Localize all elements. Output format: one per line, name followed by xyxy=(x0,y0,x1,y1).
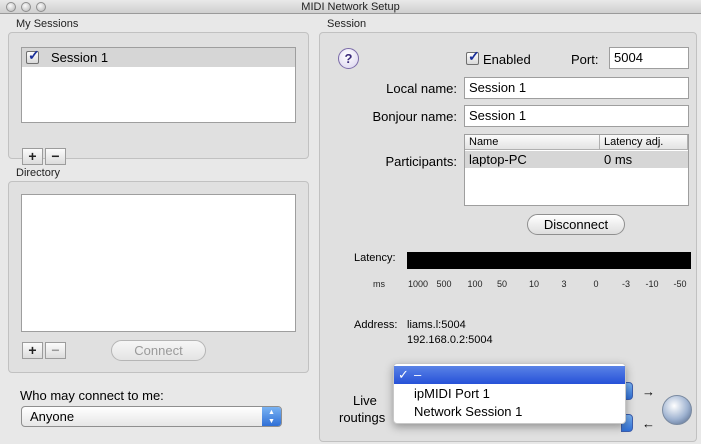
participants-header-latency[interactable]: Latency adj. xyxy=(600,135,688,150)
scale-label: 0 xyxy=(593,279,599,289)
who-may-connect-popup[interactable]: Anyone ▲ ▼ xyxy=(21,406,282,427)
scale-label: 1000 xyxy=(407,279,429,289)
local-name-field[interactable]: Session 1 xyxy=(464,77,689,99)
scale-label: 10 xyxy=(528,279,539,289)
directory-group: + − Connect xyxy=(8,181,309,373)
live-routings-label: Live xyxy=(353,393,377,408)
scale-label: 3 xyxy=(561,279,567,289)
arrow-left-icon: ← xyxy=(642,416,655,431)
local-name-label: Local name: xyxy=(386,81,457,96)
window-title: MIDI Network Setup xyxy=(301,1,400,13)
remove-directory-button[interactable]: − xyxy=(45,342,66,359)
address-line: 192.168.0.2:5004 xyxy=(407,334,493,346)
my-sessions-group: ✓ Session 1 + − xyxy=(8,32,309,165)
session-label: Session 1 xyxy=(51,50,109,65)
scale-label: -50 xyxy=(673,279,687,289)
my-sessions-list[interactable]: ✓ Session 1 xyxy=(21,47,296,123)
popup-arrows-icon: ▲ ▼ xyxy=(262,407,281,426)
menu-item-label: – xyxy=(414,367,422,382)
address-label: Address: xyxy=(354,319,398,331)
connect-button[interactable]: Connect xyxy=(111,340,206,361)
address-line: liams.l:5004 xyxy=(407,319,466,331)
list-item[interactable]: ✓ Session 1 xyxy=(22,47,295,67)
participants-table[interactable]: Name Latency adj. laptop-PC 0 ms xyxy=(464,134,689,206)
routing-menu[interactable]: ✓ – ipMIDI Port 1 Network Session 1 xyxy=(393,363,626,424)
menu-item-label: Network Session 1 xyxy=(414,404,523,419)
scale-label: 500 xyxy=(436,279,452,289)
port-field[interactable]: 5004 xyxy=(609,47,689,69)
enabled-checkbox[interactable]: ✓ xyxy=(466,48,480,65)
bonjour-name-label: Bonjour name: xyxy=(372,109,457,124)
scale-label: ms xyxy=(373,279,385,289)
add-session-button[interactable]: + xyxy=(22,148,43,165)
session-heading: Session xyxy=(327,18,367,30)
window-body: My Sessions ✓ Session 1 + − Directory + … xyxy=(0,15,701,444)
participant-latency: 0 ms xyxy=(604,152,633,167)
scale-label: -3 xyxy=(621,279,630,289)
scale-label: -10 xyxy=(645,279,659,289)
menu-item[interactable]: ✓ – xyxy=(394,366,625,384)
participants-label: Participants: xyxy=(385,154,457,169)
my-sessions-heading: My Sessions xyxy=(16,18,79,30)
help-button[interactable]: ? xyxy=(338,48,359,69)
who-may-connect-value: Anyone xyxy=(30,409,75,424)
latency-scale: ms 1000 500 100 50 10 3 0 -3 -10 -50 xyxy=(320,279,698,291)
session-enabled-checkbox[interactable]: ✓ xyxy=(26,47,40,64)
window-titlebar: MIDI Network Setup xyxy=(0,0,701,14)
live-routings-label: routings xyxy=(339,410,386,425)
arrow-right-icon: → xyxy=(642,384,655,399)
enabled-label: Enabled xyxy=(483,52,531,67)
table-row[interactable]: laptop-PC 0 ms xyxy=(465,151,688,168)
checkmark-icon: ✓ xyxy=(398,367,409,382)
scale-label: 50 xyxy=(496,279,507,289)
port-label: Port: xyxy=(571,52,599,67)
disconnect-button[interactable]: Disconnect xyxy=(527,214,625,235)
scale-label: 100 xyxy=(467,279,483,289)
menu-item-label: ipMIDI Port 1 xyxy=(414,386,490,401)
latency-meter xyxy=(407,252,691,269)
bonjour-name-field[interactable]: Session 1 xyxy=(464,105,689,127)
network-globe-icon xyxy=(662,395,692,425)
menu-item[interactable]: Network Session 1 xyxy=(394,403,625,421)
participants-header-name[interactable]: Name xyxy=(465,135,600,150)
directory-list[interactable] xyxy=(21,194,296,332)
remove-session-button[interactable]: − xyxy=(45,148,66,165)
participant-name: laptop-PC xyxy=(469,152,527,167)
directory-heading: Directory xyxy=(16,167,61,179)
menu-item[interactable]: ipMIDI Port 1 xyxy=(394,385,625,403)
who-may-connect-label: Who may connect to me: xyxy=(20,388,164,403)
add-directory-button[interactable]: + xyxy=(22,342,43,359)
latency-label: Latency: xyxy=(354,252,396,264)
